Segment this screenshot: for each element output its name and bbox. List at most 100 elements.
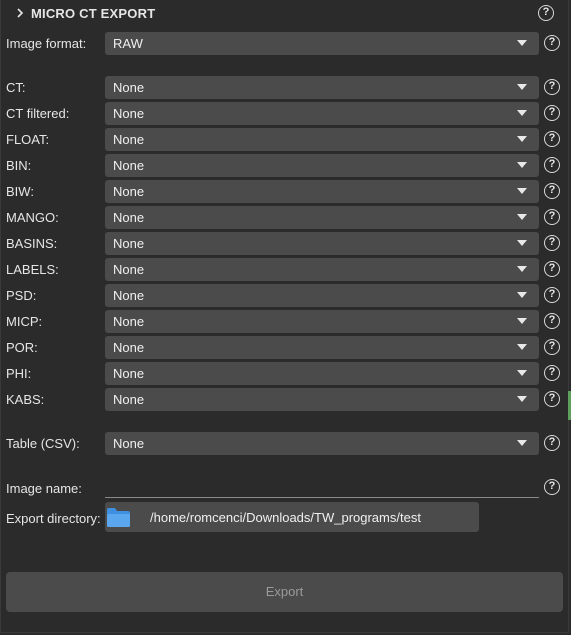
help-circle-icon[interactable] bbox=[544, 391, 560, 407]
mango-value: None bbox=[113, 210, 145, 225]
image-format-select[interactable]: RAW bbox=[105, 32, 539, 55]
help-circle-icon[interactable] bbox=[544, 131, 560, 147]
help-circle-icon[interactable] bbox=[544, 157, 560, 173]
chevron-down-icon bbox=[517, 292, 527, 298]
chevron-down-icon bbox=[517, 266, 527, 272]
kabs-value: None bbox=[113, 392, 145, 407]
mango-row: MANGO: None bbox=[0, 206, 571, 229]
micp-select[interactable]: None bbox=[105, 310, 539, 333]
help-circle-icon[interactable] bbox=[544, 313, 560, 329]
image-name-input[interactable] bbox=[105, 476, 539, 498]
image-format-value: RAW bbox=[113, 36, 143, 51]
folder-icon[interactable] bbox=[106, 506, 131, 528]
biw-select[interactable]: None bbox=[105, 180, 539, 203]
image-name-label: Image name: bbox=[6, 481, 82, 496]
por-row: POR: None bbox=[0, 336, 571, 359]
ct-filtered-row: CT filtered: None bbox=[0, 102, 571, 125]
basins-label: BASINS: bbox=[6, 236, 58, 251]
kabs-row: KABS: None bbox=[0, 388, 571, 411]
table-csv-select[interactable]: None bbox=[105, 432, 539, 455]
psd-value: None bbox=[113, 288, 145, 303]
help-circle-icon[interactable] bbox=[544, 35, 560, 51]
labels-value: None bbox=[113, 262, 145, 277]
bin-row: BIN: None bbox=[0, 154, 571, 177]
float-value: None bbox=[113, 132, 145, 147]
chevron-down-icon bbox=[517, 440, 527, 446]
bin-select[interactable]: None bbox=[105, 154, 539, 177]
image-format-row: Image format: RAW bbox=[0, 32, 571, 55]
chevron-down-icon bbox=[517, 318, 527, 324]
labels-select[interactable]: None bbox=[105, 258, 539, 281]
micp-row: MICP: None bbox=[0, 310, 571, 333]
float-select[interactable]: None bbox=[105, 128, 539, 151]
por-select[interactable]: None bbox=[105, 336, 539, 359]
biw-value: None bbox=[113, 184, 145, 199]
section-title: MICRO CT EXPORT bbox=[31, 6, 156, 21]
basins-select[interactable]: None bbox=[105, 232, 539, 255]
chevron-down-icon bbox=[517, 136, 527, 142]
help-circle-icon[interactable] bbox=[544, 209, 560, 225]
help-circle-icon[interactable] bbox=[544, 435, 560, 451]
mango-label: MANGO: bbox=[6, 210, 59, 225]
help-circle-icon[interactable] bbox=[544, 261, 560, 277]
chevron-down-icon bbox=[517, 188, 527, 194]
phi-select[interactable]: None bbox=[105, 362, 539, 385]
export-button[interactable]: Export bbox=[6, 572, 563, 612]
export-directory-label: Export directory: bbox=[6, 511, 101, 526]
ct-value: None bbox=[113, 80, 145, 95]
ct-select[interactable]: None bbox=[105, 76, 539, 99]
help-circle-icon[interactable] bbox=[544, 287, 560, 303]
chevron-down-icon bbox=[517, 214, 527, 220]
table-csv-row: Table (CSV): None bbox=[0, 432, 571, 455]
labels-row: LABELS: None bbox=[0, 258, 571, 281]
section-header[interactable]: MICRO CT EXPORT bbox=[0, 0, 571, 28]
phi-value: None bbox=[113, 366, 145, 381]
help-circle-icon[interactable] bbox=[544, 183, 560, 199]
table-csv-value: None bbox=[113, 436, 145, 451]
psd-row: PSD: None bbox=[0, 284, 571, 307]
table-csv-label: Table (CSV): bbox=[6, 436, 80, 451]
chevron-down-icon bbox=[517, 240, 527, 246]
help-circle-icon[interactable] bbox=[544, 235, 560, 251]
help-circle-icon[interactable] bbox=[544, 79, 560, 95]
chevron-down-icon bbox=[517, 162, 527, 168]
por-value: None bbox=[113, 340, 145, 355]
help-circle-icon[interactable] bbox=[544, 105, 560, 121]
help-circle-icon[interactable] bbox=[538, 5, 554, 21]
labels-label: LABELS: bbox=[6, 262, 59, 277]
ct-filtered-select[interactable]: None bbox=[105, 102, 539, 125]
float-label: FLOAT: bbox=[6, 132, 50, 147]
chevron-down-icon bbox=[517, 40, 527, 46]
psd-select[interactable]: None bbox=[105, 284, 539, 307]
float-row: FLOAT: None bbox=[0, 128, 571, 151]
export-directory-picker[interactable]: /home/romcenci/Downloads/TW_programs/tes… bbox=[105, 502, 479, 532]
chevron-right-icon[interactable] bbox=[13, 5, 27, 21]
chevron-down-icon bbox=[517, 396, 527, 402]
chevron-down-icon bbox=[517, 84, 527, 90]
ct-label: CT: bbox=[6, 80, 26, 95]
phi-row: PHI: None bbox=[0, 362, 571, 385]
help-circle-icon[interactable] bbox=[544, 479, 560, 495]
ct-filtered-label: CT filtered: bbox=[6, 106, 70, 121]
image-format-label: Image format: bbox=[6, 36, 87, 51]
chevron-down-icon bbox=[517, 344, 527, 350]
basins-row: BASINS: None bbox=[0, 232, 571, 255]
help-circle-icon[interactable] bbox=[544, 365, 560, 381]
bin-value: None bbox=[113, 158, 145, 173]
kabs-select[interactable]: None bbox=[105, 388, 539, 411]
ct-row: CT: None bbox=[0, 76, 571, 99]
kabs-label: KABS: bbox=[6, 392, 45, 407]
psd-label: PSD: bbox=[6, 288, 37, 303]
biw-row: BIW: None bbox=[0, 180, 571, 203]
bin-label: BIN: bbox=[6, 158, 32, 173]
micp-value: None bbox=[113, 314, 145, 329]
export-directory-path: /home/romcenci/Downloads/TW_programs/tes… bbox=[150, 510, 421, 525]
micp-label: MICP: bbox=[6, 314, 43, 329]
basins-value: None bbox=[113, 236, 145, 251]
chevron-down-icon bbox=[517, 110, 527, 116]
ct-filtered-value: None bbox=[113, 106, 145, 121]
mango-select[interactable]: None bbox=[105, 206, 539, 229]
biw-label: BIW: bbox=[6, 184, 34, 199]
help-circle-icon[interactable] bbox=[544, 339, 560, 355]
por-label: POR: bbox=[6, 340, 38, 355]
